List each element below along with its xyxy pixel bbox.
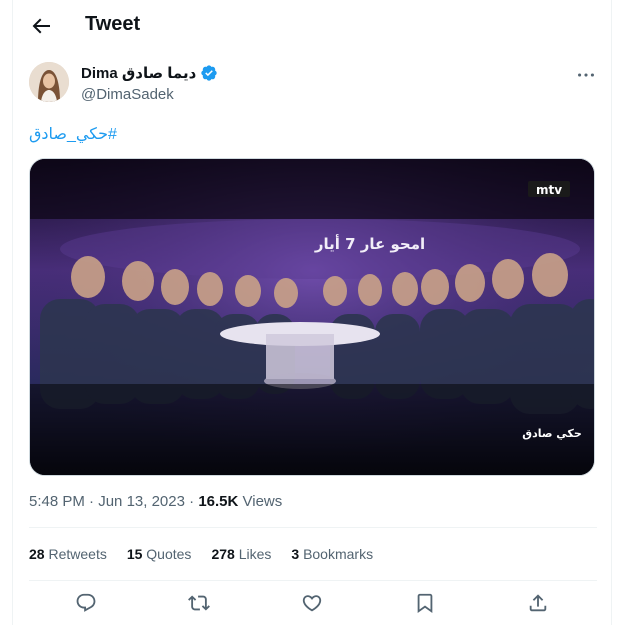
verified-badge-icon (200, 64, 218, 82)
video-thumbnail[interactable]: mtv امحو عار 7 أيار حكي صادق (29, 158, 595, 476)
retweet-icon[interactable] (188, 592, 210, 614)
share-icon[interactable] (527, 592, 549, 614)
likes-stat[interactable]: 278 Likes (211, 546, 271, 562)
more-options-icon[interactable] (575, 64, 597, 86)
divider (29, 527, 597, 528)
quotes-label: Quotes (146, 546, 192, 562)
like-icon[interactable] (301, 592, 323, 614)
tweet-date[interactable]: Jun 13, 2023 (98, 493, 185, 510)
back-arrow-icon[interactable] (29, 14, 53, 38)
avatar[interactable] (29, 62, 69, 102)
hashtag-link[interactable]: #حكي_صادق (29, 124, 117, 144)
reply-icon[interactable] (75, 592, 97, 614)
bookmark-icon[interactable] (414, 592, 436, 614)
quotes-count: 15 (126, 546, 143, 562)
video-banner-text: امحو عار 7 أيار (314, 234, 425, 253)
tweet-detail-panel: Tweet Dima ديما صادق @DimaSadek #حكي_صاد… (12, 0, 612, 625)
views-count: 16.5K (198, 493, 239, 510)
engagement-stats: 28 Retweets 15 Quotes 278 Likes 3 Bookma… (29, 546, 373, 562)
retweets-stat[interactable]: 28 Retweets (29, 546, 107, 562)
studio-scene-image: mtv امحو عار 7 أيار حكي صادق (30, 159, 594, 475)
quotes-stat[interactable]: 15 Quotes (127, 546, 192, 562)
meta-separator: · (189, 493, 195, 510)
retweets-label: Retweets (48, 546, 107, 562)
bookmarks-stat[interactable]: 3 Bookmarks (291, 546, 373, 562)
tweet-time[interactable]: 5:48 PM (29, 493, 85, 510)
likes-label: Likes (238, 546, 272, 562)
tweet-meta: 5:48 PM · Jun 13, 2023 · 16.5K Views (29, 493, 282, 510)
meta-separator: · (89, 493, 95, 510)
bookmarks-count: 3 (291, 546, 300, 562)
top-bar: Tweet (13, 0, 613, 52)
views-label: Views (242, 493, 283, 510)
likes-count: 278 (211, 546, 235, 562)
retweets-count: 28 (29, 546, 45, 562)
author-display-name[interactable]: Dima ديما صادق (81, 64, 196, 82)
divider (29, 580, 597, 581)
channel-logo: mtv (536, 183, 562, 197)
author-name-row[interactable]: Dima ديما صادق (81, 64, 218, 82)
bookmarks-label: Bookmarks (303, 546, 374, 562)
page-title: Tweet (85, 13, 141, 35)
show-logo: حكي صادق (522, 427, 582, 440)
action-bar (13, 592, 613, 618)
author-handle[interactable]: @DimaSadek (81, 86, 174, 103)
